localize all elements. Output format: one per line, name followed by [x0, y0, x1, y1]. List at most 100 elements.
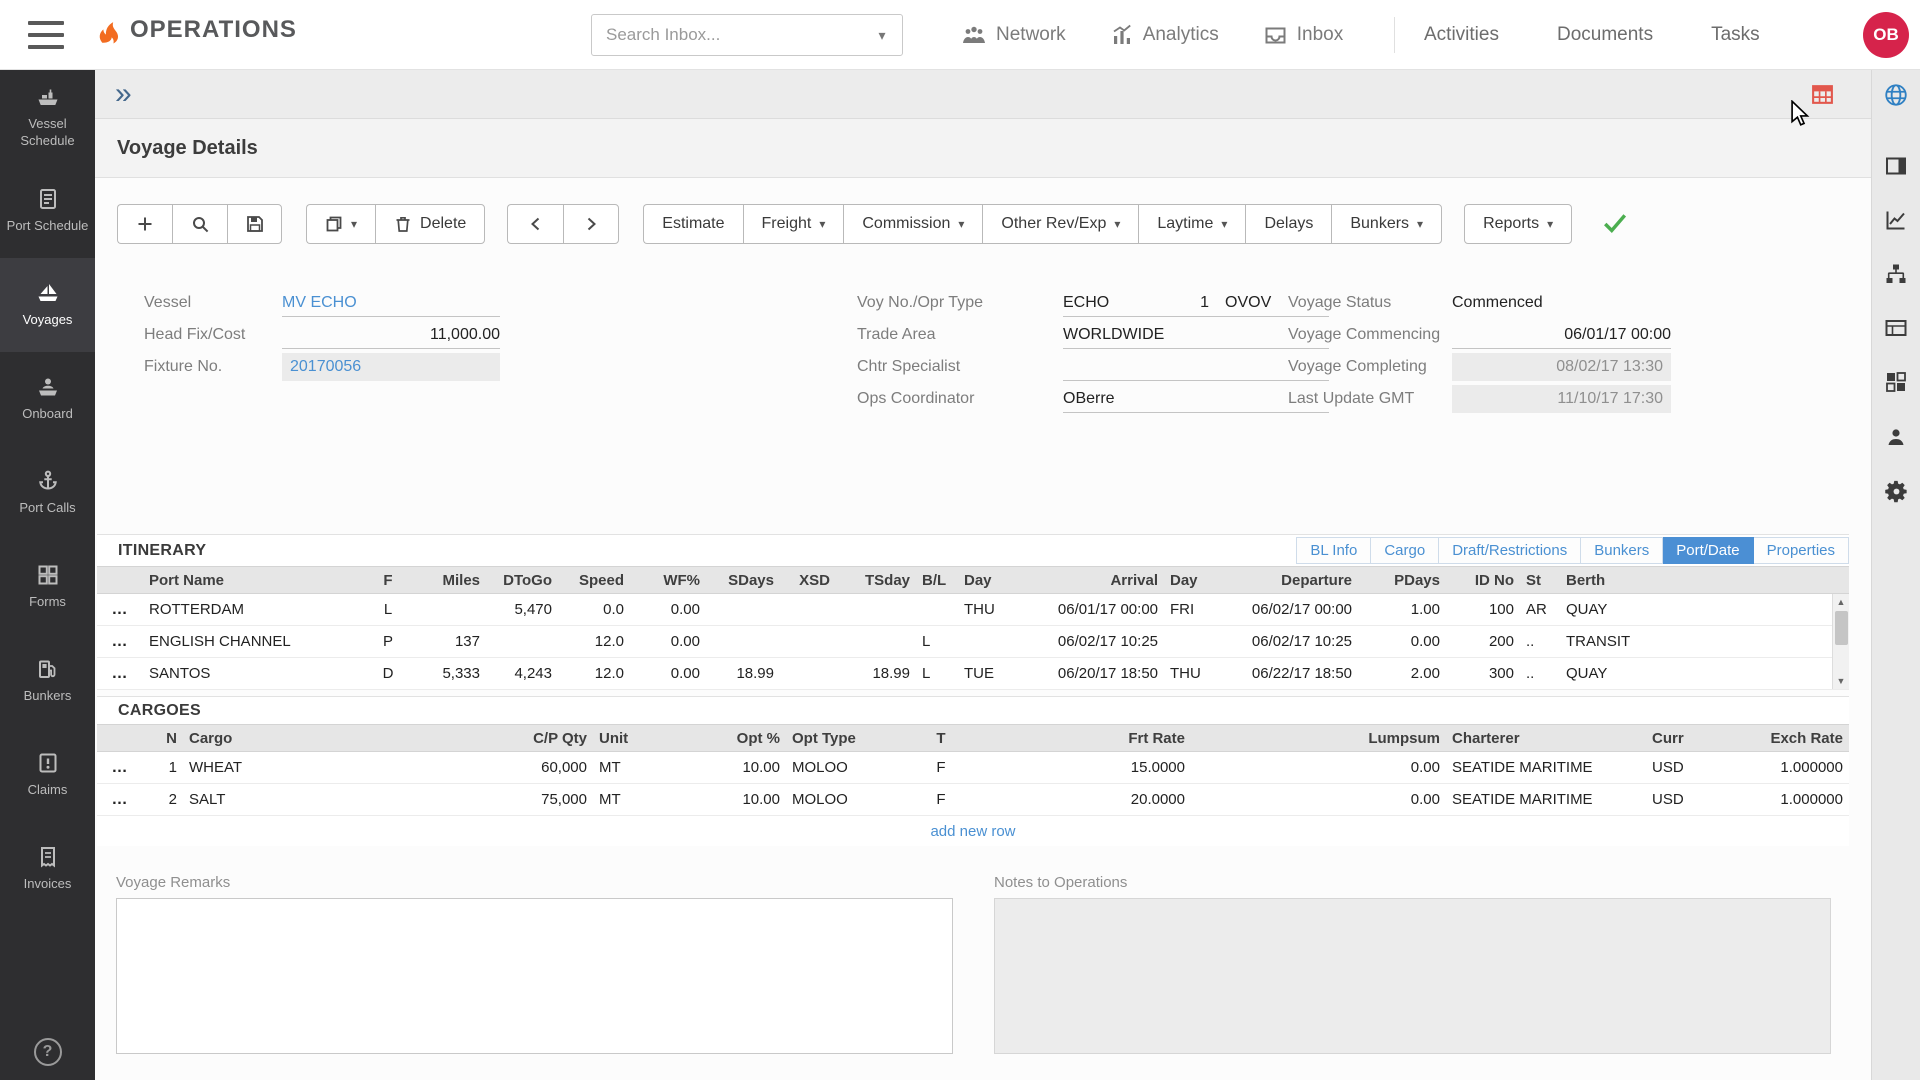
- scroll-down-icon[interactable]: ▼: [1833, 673, 1850, 689]
- scroll-up-icon[interactable]: ▲: [1833, 594, 1850, 610]
- grid-cell[interactable]: 06/02/17 00:00: [1218, 594, 1358, 626]
- column-header[interactable]: Miles: [408, 567, 486, 594]
- sidebar-item-vessel-schedule[interactable]: Vessel Schedule: [0, 70, 95, 164]
- grid-cell[interactable]: 12.0: [558, 626, 630, 658]
- last-update-gmt-field[interactable]: 11/10/17 17:30: [1452, 385, 1671, 413]
- grid-cell[interactable]: 06/02/17 10:25: [1016, 626, 1164, 658]
- scrollbar-thumb[interactable]: [1835, 611, 1848, 645]
- chart-icon[interactable]: [1884, 208, 1908, 232]
- grid-cell[interactable]: ..: [1520, 658, 1560, 690]
- column-header[interactable]: TSday: [836, 567, 916, 594]
- column-header[interactable]: Cargo: [183, 725, 433, 752]
- row-menu-button[interactable]: …: [97, 784, 143, 816]
- copy-button[interactable]: ▾: [306, 204, 375, 244]
- column-header[interactable]: XSD: [780, 567, 836, 594]
- grid-cell[interactable]: QUAY: [1560, 658, 1849, 690]
- grid-cell[interactable]: [1164, 626, 1218, 658]
- commission-button[interactable]: Commission▾: [843, 204, 982, 244]
- grid-cell[interactable]: ..: [1520, 626, 1560, 658]
- grid-cell[interactable]: SEATIDE MARITIME: [1446, 784, 1646, 816]
- grid-cell[interactable]: [706, 594, 780, 626]
- voyage-completing-field[interactable]: 08/02/17 13:30: [1452, 353, 1671, 381]
- sidebar-item-claims[interactable]: Claims: [0, 728, 95, 822]
- delays-button[interactable]: Delays: [1245, 204, 1331, 244]
- grid-cell[interactable]: L: [916, 658, 958, 690]
- tab-cargo[interactable]: Cargo: [1371, 537, 1439, 564]
- column-header[interactable]: Speed: [558, 567, 630, 594]
- grid-cell[interactable]: MT: [593, 752, 671, 784]
- column-header[interactable]: SDays: [706, 567, 780, 594]
- grid-cell[interactable]: MOLOO: [786, 784, 896, 816]
- other-rev-exp-button[interactable]: Other Rev/Exp▾: [982, 204, 1138, 244]
- grid-cell[interactable]: USD: [1646, 784, 1741, 816]
- grid-cell[interactable]: SANTOS: [143, 658, 368, 690]
- column-header[interactable]: Charterer: [1446, 725, 1646, 752]
- column-header[interactable]: ID No: [1446, 567, 1520, 594]
- grid-cell[interactable]: ROTTERDAM: [143, 594, 368, 626]
- column-header[interactable]: N: [143, 725, 183, 752]
- grid-cell[interactable]: 1.00: [1358, 594, 1446, 626]
- grid-cell[interactable]: FRI: [1164, 594, 1218, 626]
- column-header[interactable]: Opt %: [671, 725, 786, 752]
- grid-cell[interactable]: TRANSIT: [1560, 626, 1849, 658]
- column-header[interactable]: B/L: [916, 567, 958, 594]
- gear-icon[interactable]: [1883, 478, 1910, 505]
- grid-cell[interactable]: [408, 594, 486, 626]
- grid-cell[interactable]: 0.00: [630, 626, 706, 658]
- grid-cell[interactable]: 10.00: [671, 752, 786, 784]
- grid-cell[interactable]: 18.99: [706, 658, 780, 690]
- freight-button[interactable]: Freight▾: [743, 204, 844, 244]
- row-menu-button[interactable]: …: [97, 626, 143, 658]
- grid-cell[interactable]: 300: [1446, 658, 1520, 690]
- hamburger-menu-icon[interactable]: [28, 21, 64, 49]
- fixture-no-field[interactable]: 20170056: [282, 353, 500, 381]
- column-header[interactable]: Exch Rate: [1741, 725, 1849, 752]
- column-header[interactable]: Port Name: [143, 567, 368, 594]
- grid-cell[interactable]: 1: [143, 752, 183, 784]
- grid-cell[interactable]: THU: [958, 594, 1016, 626]
- grid-cell[interactable]: [836, 594, 916, 626]
- grid-cell[interactable]: 2.00: [1358, 658, 1446, 690]
- menu-documents[interactable]: Documents: [1557, 24, 1653, 46]
- grid-cell[interactable]: AR: [1520, 594, 1560, 626]
- grid-cell[interactable]: 10.00: [671, 784, 786, 816]
- grid-cell[interactable]: TUE: [958, 658, 1016, 690]
- itinerary-scrollbar[interactable]: ▲ ▼: [1832, 594, 1849, 689]
- estimate-button[interactable]: Estimate: [643, 204, 742, 244]
- grid-cell[interactable]: 1.000000: [1741, 752, 1849, 784]
- grid-cell[interactable]: 4,243: [486, 658, 558, 690]
- menu-tasks[interactable]: Tasks: [1711, 24, 1760, 46]
- grid-cell[interactable]: F: [896, 784, 986, 816]
- grid-cell[interactable]: 0.00: [1191, 752, 1446, 784]
- grid-cell[interactable]: 06/01/17 00:00: [1016, 594, 1164, 626]
- grid-cell[interactable]: 06/20/17 18:50: [1016, 658, 1164, 690]
- grid-cell[interactable]: [486, 626, 558, 658]
- grid-cell[interactable]: [916, 594, 958, 626]
- search-dropdown-caret-icon[interactable]: ▾: [862, 27, 902, 44]
- grid-cell[interactable]: L: [368, 594, 408, 626]
- column-header[interactable]: Curr: [1646, 725, 1741, 752]
- user-avatar[interactable]: OB: [1863, 12, 1909, 58]
- sidebar-item-port-calls[interactable]: Port Calls: [0, 446, 95, 540]
- grid-cell[interactable]: P: [368, 626, 408, 658]
- grid-cell[interactable]: SALT: [183, 784, 433, 816]
- column-header[interactable]: DToGo: [486, 567, 558, 594]
- sidebar-item-onboard[interactable]: Onboard: [0, 352, 95, 446]
- menu-activities[interactable]: Activities: [1424, 24, 1499, 46]
- grid-cell[interactable]: 06/02/17 10:25: [1218, 626, 1358, 658]
- column-header[interactable]: WF%: [630, 567, 706, 594]
- column-header[interactable]: Arrival: [1016, 567, 1164, 594]
- grid-cell[interactable]: 06/22/17 18:50: [1218, 658, 1358, 690]
- column-header[interactable]: Day: [958, 567, 1016, 594]
- grid-cell[interactable]: 60,000: [433, 752, 593, 784]
- grid-cell[interactable]: [780, 626, 836, 658]
- voyage-vessel-code[interactable]: ECHO: [1063, 289, 1181, 317]
- bunkers-button[interactable]: Bunkers▾: [1331, 204, 1442, 244]
- grid-cell[interactable]: 0.00: [1191, 784, 1446, 816]
- column-header[interactable]: Berth: [1560, 567, 1849, 594]
- tab-bl-info[interactable]: BL Info: [1296, 537, 1371, 564]
- sidebar-item-voyages[interactable]: Voyages: [0, 258, 95, 352]
- panel-layout-icon[interactable]: [1884, 154, 1908, 178]
- grid-cell[interactable]: 12.0: [558, 658, 630, 690]
- row-menu-button[interactable]: …: [97, 752, 143, 784]
